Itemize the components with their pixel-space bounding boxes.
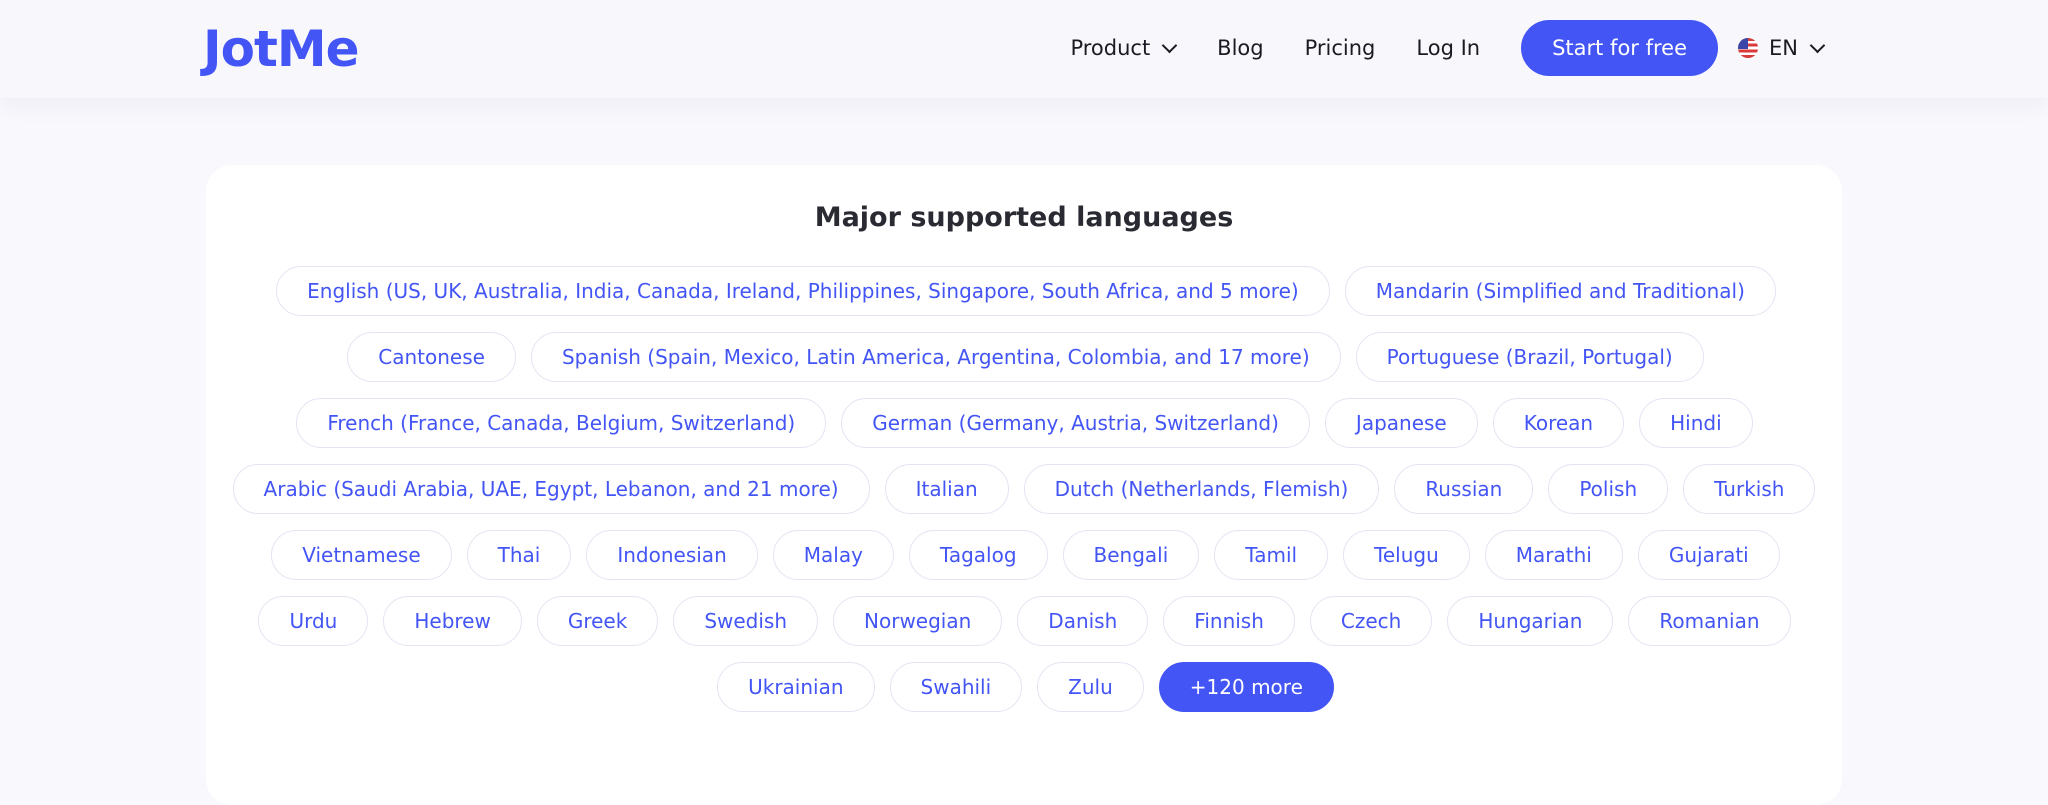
- language-chip: Russian: [1394, 464, 1534, 514]
- language-chip: Vietnamese: [271, 530, 452, 580]
- language-chip: Bengali: [1062, 530, 1200, 580]
- language-chip: German (Germany, Austria, Switzerland): [841, 398, 1310, 448]
- language-chip: Swahili: [889, 662, 1023, 712]
- language-chip: Marathi: [1484, 530, 1623, 580]
- chip-row: Ukrainian Swahili Zulu +120 more: [0, 662, 2048, 714]
- chevron-down-icon: [1161, 37, 1178, 53]
- language-chip: Telugu: [1343, 530, 1470, 580]
- language-chip: Malay: [772, 530, 894, 580]
- language-chip: Norwegian: [833, 596, 1003, 646]
- language-chip: Zulu: [1037, 662, 1144, 712]
- language-chip: Japanese: [1324, 398, 1478, 448]
- nav-login[interactable]: Log In: [1416, 36, 1480, 60]
- language-chip: Cantonese: [347, 332, 516, 382]
- language-chip: Portuguese (Brazil, Portugal): [1355, 332, 1704, 382]
- language-chip: Urdu: [258, 596, 369, 646]
- language-chip: Mandarin (Simplified and Traditional): [1344, 266, 1776, 316]
- language-chip: Gujarati: [1637, 530, 1780, 580]
- site-header: JotMe Product Blog Pricing Log In Start …: [0, 0, 2048, 98]
- nav-product-label: Product: [1070, 36, 1151, 60]
- language-chip: Arabic (Saudi Arabia, UAE, Egypt, Lebano…: [232, 464, 870, 514]
- start-for-free-button[interactable]: Start for free: [1521, 20, 1719, 76]
- chip-row: Vietnamese Thai Indonesian Malay Tagalog Beng…: [0, 530, 2048, 582]
- chip-row: Arabic (Saudi Arabia, UAE, Egypt, Lebano…: [0, 464, 2048, 516]
- more-languages-button[interactable]: +120 more: [1158, 662, 1334, 712]
- chip-row: English (US, UK, Australia, India, Canad…: [0, 266, 2048, 318]
- language-chip: Indonesian: [586, 530, 758, 580]
- language-chip: Turkish: [1683, 464, 1816, 514]
- language-chip: Thai: [466, 530, 572, 580]
- main-nav: Product Blog Pricing Log In Start for fr…: [1070, 20, 1826, 76]
- language-chip: Romanian: [1628, 596, 1791, 646]
- language-chip: Hindi: [1639, 398, 1753, 448]
- us-flag-icon: [1738, 38, 1759, 58]
- language-chip: Tagalog: [908, 530, 1048, 580]
- language-chip: Polish: [1548, 464, 1669, 514]
- nav-blog[interactable]: Blog: [1217, 36, 1263, 60]
- language-chip: Ukrainian: [717, 662, 875, 712]
- language-chip: Dutch (Netherlands, Flemish): [1023, 464, 1380, 514]
- language-chip: Tamil: [1214, 530, 1329, 580]
- chip-row: Urdu Hebrew Greek Swedish Norwegian Danish Fin…: [0, 596, 2048, 648]
- nav-pricing[interactable]: Pricing: [1305, 36, 1376, 60]
- language-chip: Finnish: [1163, 596, 1295, 646]
- language-selector[interactable]: EN: [1738, 36, 1826, 60]
- section-title: Major supported languages: [814, 202, 1234, 233]
- language-chip: Czech: [1309, 596, 1433, 646]
- language-chip: Danish: [1017, 596, 1149, 646]
- language-chip: Swedish: [673, 596, 819, 646]
- language-chip: Korean: [1492, 398, 1625, 448]
- logo[interactable]: JotMe: [203, 16, 360, 82]
- nav-product[interactable]: Product: [1070, 36, 1178, 60]
- language-chip-list: English (US, UK, Australia, India, Canad…: [0, 266, 2048, 728]
- language-chip: Spanish (Spain, Mexico, Latin America, A…: [530, 332, 1341, 382]
- language-chip: French (France, Canada, Belgium, Switzer…: [296, 398, 827, 448]
- language-chip: English (US, UK, Australia, India, Canad…: [276, 266, 1330, 316]
- language-chip: Italian: [884, 464, 1009, 514]
- chip-row: French (France, Canada, Belgium, Switzer…: [0, 398, 2048, 450]
- chip-row: Cantonese Spanish (Spain, Mexico, Latin A…: [0, 332, 2048, 384]
- chevron-down-icon: [1809, 37, 1826, 53]
- language-chip: Hebrew: [383, 596, 522, 646]
- language-label: EN: [1769, 36, 1798, 60]
- language-chip: Hungarian: [1447, 596, 1614, 646]
- language-chip: Greek: [536, 596, 659, 646]
